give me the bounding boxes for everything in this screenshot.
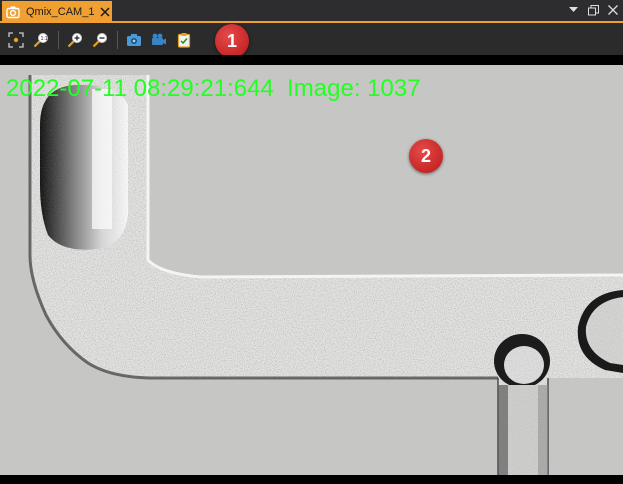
- snapshot-camera-icon[interactable]: [124, 30, 144, 50]
- zoom-in-icon[interactable]: [65, 30, 85, 50]
- zoom-1to1-icon[interactable]: 1:1: [31, 30, 51, 50]
- clipboard-icon[interactable]: [174, 30, 194, 50]
- annotation-badge-1: 1: [215, 24, 249, 58]
- image-toolbar: 1:1: [0, 25, 623, 55]
- dropdown-arrow-icon[interactable]: [567, 3, 579, 17]
- zoom-out-icon[interactable]: [90, 30, 110, 50]
- fit-to-view-icon[interactable]: [6, 30, 26, 50]
- svg-text:1:1: 1:1: [41, 36, 48, 42]
- timestamp-overlay: 2022-07-11 08:29:21:644 Image: 1037: [6, 75, 421, 102]
- tab-label: Qmix_CAM_1: [26, 5, 95, 18]
- annotation-badge-2: 2: [409, 139, 443, 173]
- camera-icon: [6, 5, 20, 19]
- tab-qmix-cam[interactable]: Qmix_CAM_1: [2, 1, 112, 22]
- toolbar-separator: [58, 31, 59, 49]
- toolbar-separator: [117, 31, 118, 49]
- camera-image: [0, 65, 623, 475]
- restore-icon[interactable]: [587, 3, 599, 17]
- window-controls: [567, 3, 619, 17]
- close-tab-icon[interactable]: [100, 6, 110, 17]
- title-bar: Qmix_CAM_1: [0, 0, 623, 23]
- record-video-icon[interactable]: [149, 30, 169, 50]
- close-icon[interactable]: [607, 3, 619, 17]
- camera-viewport[interactable]: 2022-07-11 08:29:21:644 Image: 1037: [0, 55, 623, 484]
